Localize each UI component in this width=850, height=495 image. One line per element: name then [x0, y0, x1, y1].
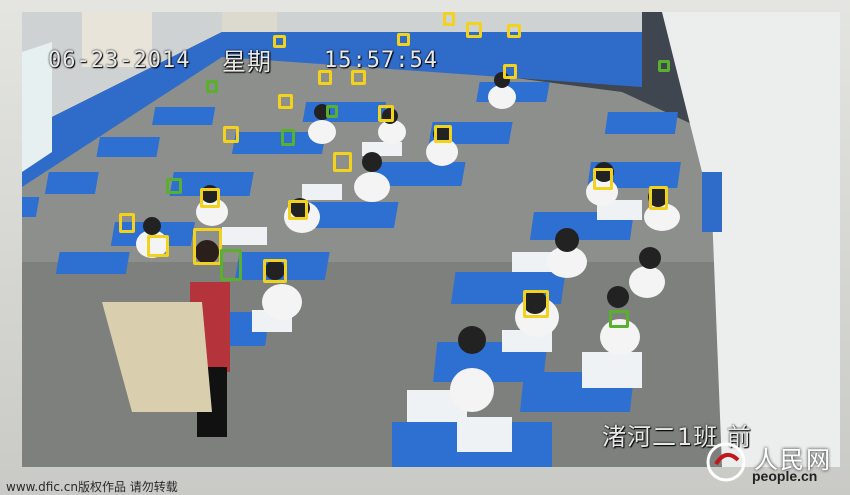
face-box-highlighted [326, 105, 338, 118]
camera-date: 06-23-2014 [48, 48, 191, 73]
face-box [434, 125, 452, 143]
face-box [200, 188, 220, 208]
face-box [119, 213, 135, 233]
face-box [593, 168, 613, 190]
monitor-frame: 06-23-2014 星期 15:57:54 渚河二1班 前 www.dfic.… [0, 0, 850, 495]
copyright-footer: www.dfic.cn版权作品 请勿转载 [6, 480, 178, 494]
face-box [147, 235, 169, 257]
brand-logo-block: 人民网 people.cn [702, 438, 842, 488]
face-box-highlighted [166, 178, 182, 194]
face-box-highlighted [206, 80, 218, 93]
face-box-highlighted [658, 60, 670, 72]
face-box [273, 35, 286, 48]
brand-logo-icon [706, 442, 746, 482]
face-box [507, 24, 521, 38]
face-box [263, 259, 287, 283]
classroom-scene [22, 12, 840, 467]
face-box [223, 126, 239, 143]
face-box [443, 12, 455, 26]
camera-weekday: 星期 [222, 48, 272, 76]
face-box [503, 64, 517, 79]
camera-time: 15:57:54 [324, 48, 438, 73]
face-box [288, 200, 308, 220]
face-box-highlighted [609, 310, 629, 328]
face-box-teacher [193, 228, 222, 265]
surveillance-screen: 06-23-2014 星期 15:57:54 渚河二1班 前 [22, 12, 840, 467]
face-box [278, 94, 293, 109]
face-box-highlighted [281, 129, 295, 146]
face-box [318, 70, 332, 85]
face-box [333, 152, 352, 172]
brand-url: people.cn [752, 468, 818, 484]
face-box [378, 105, 394, 122]
face-box [397, 33, 410, 46]
face-box-highlighted [220, 249, 242, 281]
face-box [523, 290, 549, 318]
face-box [351, 70, 366, 85]
face-box [466, 22, 482, 38]
face-box [649, 186, 668, 210]
